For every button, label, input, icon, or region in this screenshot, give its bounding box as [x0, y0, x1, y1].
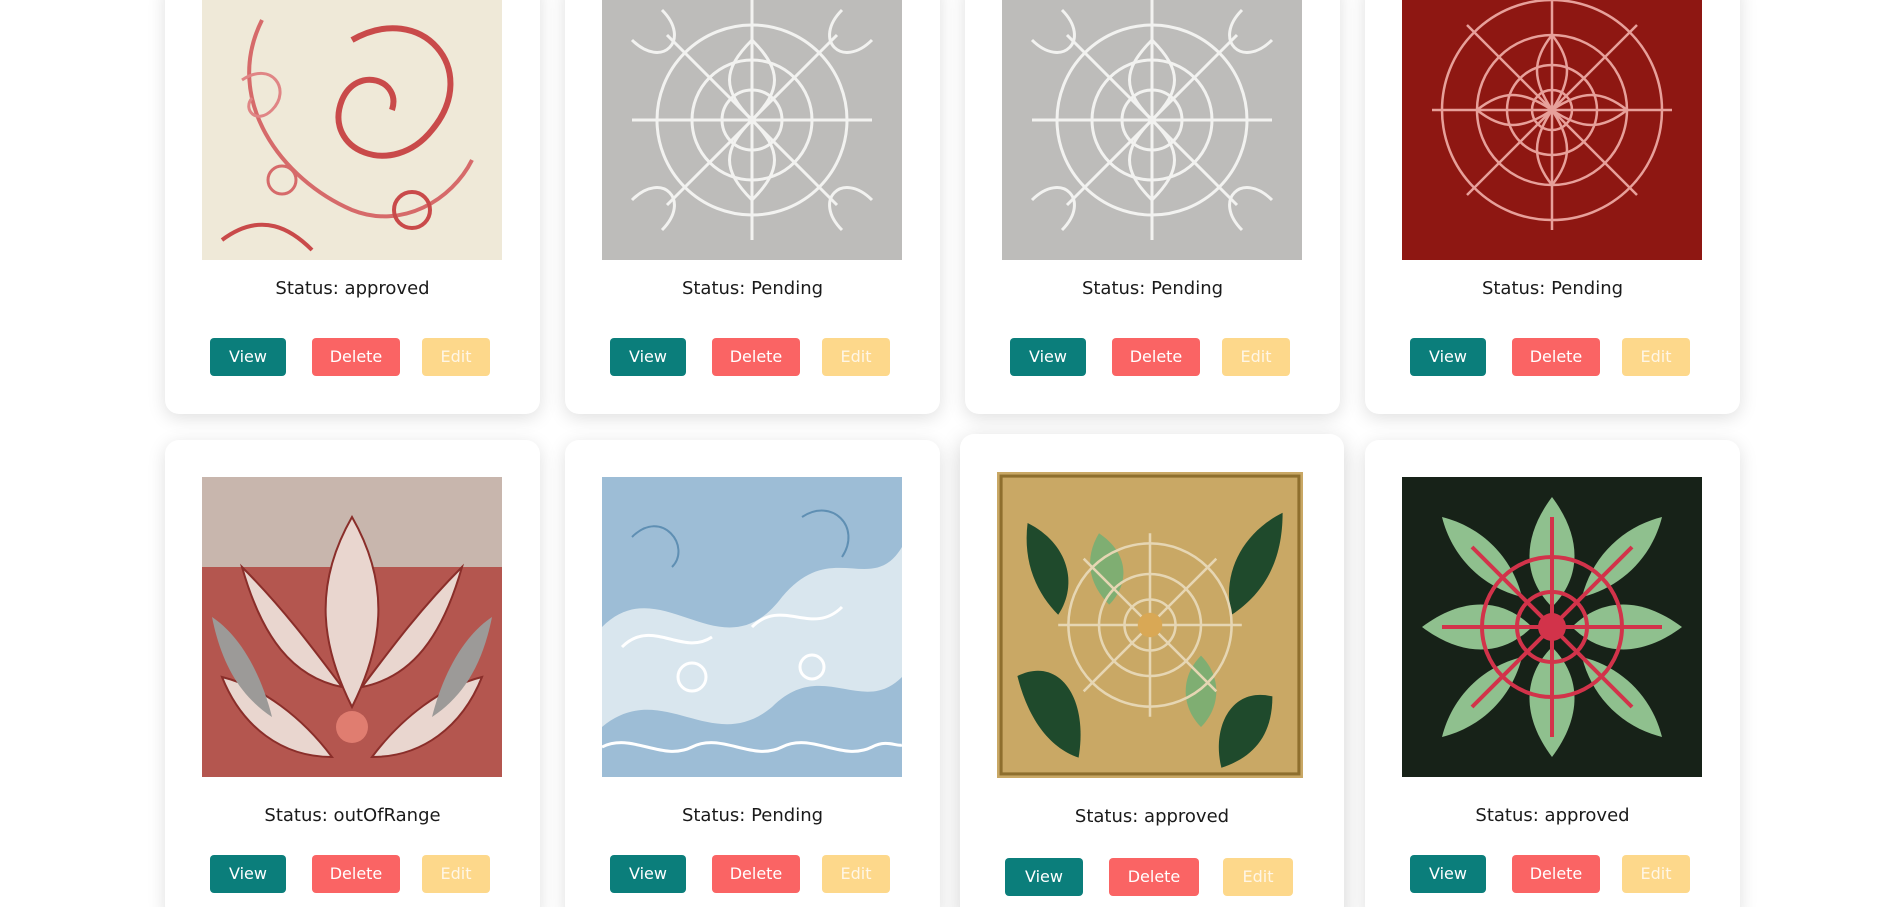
delete-button[interactable]: Delete [1512, 855, 1600, 893]
image-card: Status: Pending View Delete Edit [1365, 0, 1740, 414]
image-card: Status: approved View Delete Edit [1365, 440, 1740, 907]
edit-button[interactable]: Edit [1622, 338, 1690, 376]
view-button[interactable]: View [1005, 858, 1083, 896]
card-image [202, 0, 502, 260]
card-image [1002, 0, 1302, 260]
card-status: Status: Pending [681, 805, 824, 826]
card-image [1402, 0, 1702, 260]
image-card: Status: approved View Delete Edit [960, 434, 1344, 907]
view-button[interactable]: View [210, 855, 286, 893]
image-card: Status: approved View Delete Edit [165, 0, 540, 414]
delete-button[interactable]: Delete [1112, 338, 1200, 376]
delete-button[interactable]: Delete [712, 855, 800, 893]
delete-button[interactable]: Delete [712, 338, 800, 376]
edit-button[interactable]: Edit [1222, 338, 1290, 376]
delete-button[interactable]: Delete [1109, 858, 1199, 896]
edit-button[interactable]: Edit [822, 338, 890, 376]
card-image [1402, 477, 1702, 777]
card-image [602, 477, 902, 777]
view-button[interactable]: View [610, 338, 686, 376]
image-card: Status: outOfRange View Delete Edit [165, 440, 540, 907]
view-button[interactable]: View [1410, 338, 1486, 376]
view-button[interactable]: View [1410, 855, 1486, 893]
edit-button[interactable]: Edit [1622, 855, 1690, 893]
view-button[interactable]: View [210, 338, 286, 376]
edit-button[interactable]: Edit [422, 855, 490, 893]
card-status: Status: approved [275, 278, 430, 299]
edit-button[interactable]: Edit [422, 338, 490, 376]
card-status: Status: Pending [1081, 278, 1224, 299]
image-card-grid: Status: approved View Delete Edit Status… [0, 0, 1897, 907]
image-card: Status: Pending View Delete Edit [965, 0, 1340, 414]
card-image [202, 477, 502, 777]
card-image [997, 472, 1303, 778]
delete-button[interactable]: Delete [312, 855, 400, 893]
view-button[interactable]: View [610, 855, 686, 893]
card-status: Status: Pending [681, 278, 824, 299]
edit-button[interactable]: Edit [1223, 858, 1293, 896]
image-card: Status: Pending View Delete Edit [565, 440, 940, 907]
edit-button[interactable]: Edit [822, 855, 890, 893]
view-button[interactable]: View [1010, 338, 1086, 376]
delete-button[interactable]: Delete [1512, 338, 1600, 376]
card-status: Status: outOfRange [264, 805, 441, 826]
delete-button[interactable]: Delete [312, 338, 400, 376]
card-status: Status: approved [1074, 806, 1230, 827]
card-status: Status: approved [1475, 805, 1630, 826]
image-card: Status: Pending View Delete Edit [565, 0, 940, 414]
card-status: Status: Pending [1481, 278, 1624, 299]
card-image [602, 0, 902, 260]
